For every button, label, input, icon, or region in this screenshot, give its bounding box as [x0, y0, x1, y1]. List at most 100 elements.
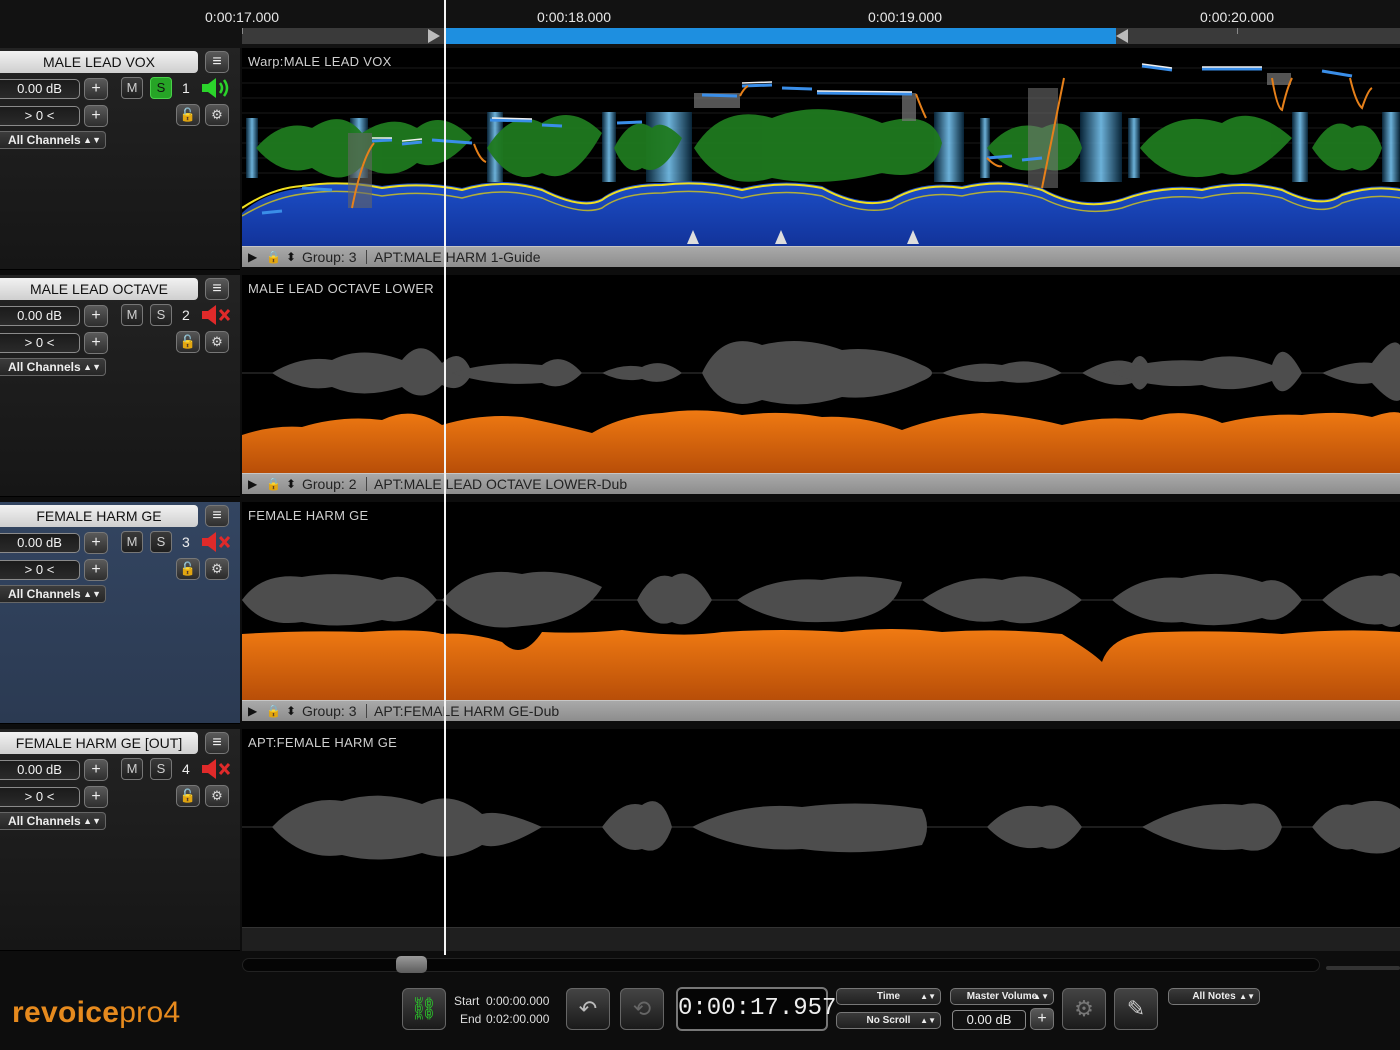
channels-select[interactable]: All Channels ▲▼	[0, 358, 106, 376]
track-number: 4	[182, 761, 190, 777]
playhead-cursor[interactable]	[444, 0, 446, 955]
track-menu-icon[interactable]: ≡	[205, 51, 229, 73]
lane-warp-male-lead-vox[interactable]: Warp:MALE LEAD VOX	[242, 48, 1400, 246]
group-bar[interactable]: ▶ 🔒 ⬍ Group: 3 APT:FEMALE HARM GE-Dub	[242, 700, 1400, 721]
track-menu-icon[interactable]: ≡	[205, 732, 229, 754]
pan-adjust-button[interactable]: +	[84, 105, 108, 127]
volume-adjust-button[interactable]: +	[84, 532, 108, 554]
mute-button[interactable]: M	[121, 531, 143, 553]
gear-icon[interactable]: ⚙	[205, 558, 229, 580]
master-volume-select[interactable]: Master Volume ▲▼	[950, 988, 1054, 1005]
play-icon[interactable]: ▶	[248, 474, 257, 494]
lane-female-harm-ge-out[interactable]: APT:FEMALE HARM GE	[242, 729, 1400, 927]
waveform-female-harm-out[interactable]	[242, 729, 1400, 927]
loop-end-handle[interactable]	[1116, 29, 1128, 43]
updown-icon: ▲▼	[83, 816, 101, 826]
volume-adjust-button[interactable]: +	[84, 759, 108, 781]
updown-icon[interactable]: ⬍	[286, 474, 296, 494]
track-volume[interactable]: 0.00 dB	[0, 760, 80, 780]
lock-fade-icon[interactable]: 🔓	[176, 104, 200, 126]
volume-adjust-button[interactable]: +	[84, 305, 108, 327]
track-pan[interactable]: > 0 <	[0, 106, 80, 126]
track-name[interactable]: FEMALE HARM GE	[0, 505, 198, 527]
gear-icon[interactable]: ⚙	[205, 785, 229, 807]
track-header-3[interactable]: FEMALE HARM GE ≡ 0.00 dB + > 0 < + M S 3…	[0, 502, 240, 724]
mute-button[interactable]: M	[121, 304, 143, 326]
solo-button[interactable]: S	[150, 531, 172, 553]
channels-select[interactable]: All Channels ▲▼	[0, 585, 106, 603]
lock-icon[interactable]: 🔒	[266, 701, 281, 721]
time-mode-select[interactable]: Time ▲▼	[836, 988, 941, 1005]
solo-button[interactable]: S	[150, 304, 172, 326]
mute-button[interactable]: M	[121, 77, 143, 99]
lock-icon[interactable]: 🔒	[266, 474, 281, 494]
track-number: 2	[182, 307, 190, 323]
speaker-muted-icon[interactable]	[200, 757, 234, 781]
loop-icon[interactable]: ⟲	[620, 988, 664, 1030]
gear-icon[interactable]: ⚙	[1062, 988, 1106, 1030]
notes-filter-select[interactable]: All Notes ▲▼	[1168, 988, 1260, 1005]
start-value[interactable]: 0:00:00.000	[486, 994, 549, 1008]
track-name[interactable]: MALE LEAD VOX	[0, 51, 198, 73]
lock-fade-icon[interactable]: 🔓	[176, 331, 200, 353]
loop-region-bar[interactable]	[444, 28, 1116, 44]
lock-icon[interactable]: 🔒	[266, 247, 281, 267]
end-value[interactable]: 0:02:00.000	[486, 1012, 549, 1026]
speaker-on-icon[interactable]	[200, 76, 234, 100]
waveform-female-harm[interactable]	[242, 502, 1400, 700]
volume-adjust-button[interactable]: +	[84, 78, 108, 100]
track-header-1[interactable]: MALE LEAD VOX ≡ 0.00 dB + > 0 < + M S 1 …	[0, 48, 240, 270]
ruler-tick-label: 0:00:18.000	[537, 9, 611, 25]
group-bar[interactable]: ▶ 🔒 ⬍ Group: 2 APT:MALE LEAD OCTAVE LOWE…	[242, 473, 1400, 494]
loop-start-handle[interactable]	[428, 29, 440, 43]
zoom-slider[interactable]	[1326, 966, 1400, 970]
channels-label: All Channels	[8, 587, 81, 601]
master-volume-adjust-button[interactable]: +	[1030, 1008, 1054, 1030]
undo-icon[interactable]: ↶	[566, 988, 610, 1030]
link-icon[interactable]: ⛓	[402, 988, 446, 1030]
track-name[interactable]: FEMALE HARM GE [OUT]	[0, 732, 198, 754]
play-icon[interactable]: ▶	[248, 701, 257, 721]
play-icon[interactable]: ▶	[248, 247, 257, 267]
solo-button[interactable]: S	[150, 77, 172, 99]
track-volume[interactable]: 0.00 dB	[0, 306, 80, 326]
gear-icon[interactable]: ⚙	[205, 331, 229, 353]
track-pan[interactable]: > 0 <	[0, 560, 80, 580]
waveform-octave[interactable]	[242, 275, 1400, 473]
scroll-mode-select[interactable]: No Scroll ▲▼	[836, 1012, 941, 1029]
end-label: End	[460, 1012, 482, 1026]
lock-fade-icon[interactable]: 🔓	[176, 785, 200, 807]
track-name[interactable]: MALE LEAD OCTAVE	[0, 278, 198, 300]
master-volume-value[interactable]: 0.00 dB	[952, 1010, 1026, 1030]
brush-icon[interactable]: ✎	[1114, 988, 1158, 1030]
track-menu-icon[interactable]: ≡	[205, 278, 229, 300]
track-pan[interactable]: > 0 <	[0, 333, 80, 353]
lane-male-lead-octave[interactable]: MALE LEAD OCTAVE LOWER	[242, 275, 1400, 473]
pan-adjust-button[interactable]: +	[84, 786, 108, 808]
track-header-2[interactable]: MALE LEAD OCTAVE ≡ 0.00 dB + > 0 < + M S…	[0, 275, 240, 497]
track-volume[interactable]: 0.00 dB	[0, 533, 80, 553]
pan-adjust-button[interactable]: +	[84, 332, 108, 354]
track-pan[interactable]: > 0 <	[0, 787, 80, 807]
time-mode-label: Time	[876, 991, 901, 1002]
track-menu-icon[interactable]: ≡	[205, 505, 229, 527]
speaker-muted-icon[interactable]	[200, 530, 234, 554]
channels-select[interactable]: All Channels ▲▼	[0, 812, 106, 830]
speaker-muted-icon[interactable]	[200, 303, 234, 327]
logo-bold: revoice	[12, 996, 120, 1029]
group-bar[interactable]: ▶ 🔒 ⬍ Group: 3 APT:MALE HARM 1-Guide	[242, 246, 1400, 267]
warp-waveform[interactable]	[242, 48, 1400, 246]
lane-female-harm-ge[interactable]: FEMALE HARM GE	[242, 502, 1400, 700]
lock-fade-icon[interactable]: 🔓	[176, 558, 200, 580]
scrollbar-thumb[interactable]	[396, 956, 427, 973]
track-volume[interactable]: 0.00 dB	[0, 79, 80, 99]
updown-icon[interactable]: ⬍	[286, 701, 296, 721]
timeline-ruler[interactable]: 0:00:17.000 0:00:18.000 0:00:19.000 0:00…	[0, 0, 1400, 48]
solo-button[interactable]: S	[150, 758, 172, 780]
updown-icon[interactable]: ⬍	[286, 247, 296, 267]
channels-select[interactable]: All Channels ▲▼	[0, 131, 106, 149]
mute-button[interactable]: M	[121, 758, 143, 780]
pan-adjust-button[interactable]: +	[84, 559, 108, 581]
track-header-4[interactable]: FEMALE HARM GE [OUT] ≡ 0.00 dB + > 0 < +…	[0, 729, 240, 951]
gear-icon[interactable]: ⚙	[205, 104, 229, 126]
